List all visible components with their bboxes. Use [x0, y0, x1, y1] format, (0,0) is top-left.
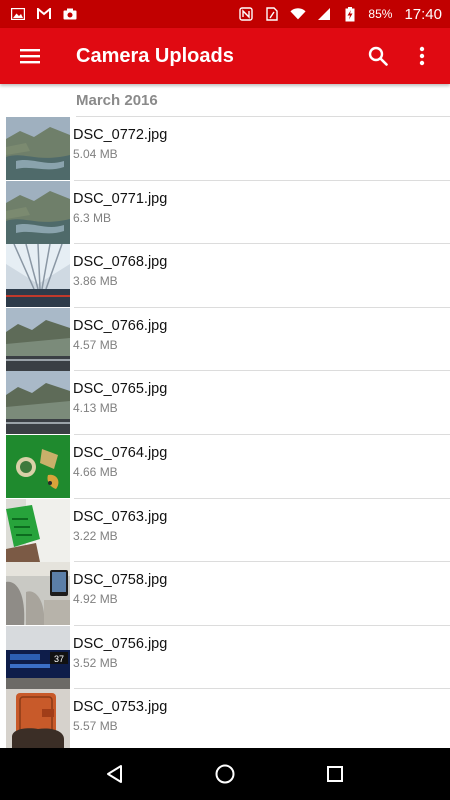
file-info: DSC_0772.jpg 5.04 MB [73, 117, 450, 181]
photo-thumbnail [6, 180, 70, 244]
file-list-item[interactable]: DSC_0758.jpg 4.92 MB [0, 562, 450, 626]
home-icon [215, 764, 235, 784]
status-bar: 85% 17:40 [0, 0, 450, 28]
file-size: 3.86 MB [73, 274, 118, 289]
file-list-item[interactable]: DSC_0768.jpg 3.86 MB [0, 244, 450, 308]
file-size: 4.92 MB [73, 592, 118, 607]
signal-icon [316, 7, 332, 21]
thumb-badge-text: 37 [54, 654, 64, 664]
hamburger-menu-icon [20, 49, 40, 64]
file-info: DSC_0766.jpg 4.57 MB [73, 308, 450, 372]
photo-thumbnail [6, 562, 70, 626]
file-list-item[interactable]: DSC_0766.jpg 4.57 MB [0, 307, 450, 372]
camera-icon [62, 7, 78, 21]
file-info: DSC_0753.jpg 5.57 MB [73, 689, 450, 748]
back-icon [107, 765, 122, 783]
overflow-menu-button[interactable] [400, 28, 444, 84]
file-info: DSC_0768.jpg 3.86 MB [73, 244, 450, 308]
nfc-icon [238, 7, 254, 21]
status-bar-left [10, 7, 78, 21]
file-name: DSC_0758.jpg [73, 572, 168, 589]
menu-button[interactable] [0, 28, 60, 84]
file-name: DSC_0771.jpg [73, 190, 168, 207]
sim-icon [264, 7, 280, 21]
file-info: DSC_0763.jpg 3.22 MB [73, 499, 450, 563]
battery-percentage: 85% [368, 7, 393, 21]
file-list-item[interactable]: DSC_0753.jpg 5.57 MB [0, 689, 450, 748]
status-bar-right: 85% 17:40 [238, 6, 442, 23]
file-name: DSC_0765.jpg [73, 381, 168, 398]
photo-thumbnail [6, 434, 70, 498]
search-button[interactable] [356, 28, 400, 84]
file-size: 3.52 MB [73, 655, 118, 670]
file-info: DSC_0765.jpg 4.13 MB [73, 371, 450, 435]
file-size: 3.22 MB [73, 528, 118, 543]
file-info: DSC_0758.jpg 4.92 MB [73, 562, 450, 626]
file-size: 5.57 MB [73, 719, 118, 734]
file-name: DSC_0756.jpg [73, 635, 168, 652]
file-list-item[interactable]: DSC_0772.jpg 5.04 MB [0, 117, 450, 181]
search-icon [368, 46, 388, 66]
photo-thumbnail [6, 371, 70, 435]
file-name: DSC_0766.jpg [73, 317, 168, 334]
file-size: 6.3 MB [73, 210, 112, 225]
file-size: 4.57 MB [73, 337, 118, 352]
home-button[interactable] [205, 754, 245, 794]
photo-thumbnail: 37 [6, 625, 70, 689]
file-size: 4.13 MB [73, 401, 118, 416]
file-size: 5.04 MB [73, 147, 118, 161]
recents-button[interactable] [315, 754, 355, 794]
file-list-item[interactable]: 37 DSC_0756.jpg 3.52 MB [0, 625, 450, 690]
navigation-bar [0, 748, 450, 800]
photo-thumbnail [6, 117, 70, 180]
photo-thumbnail [6, 689, 70, 748]
recents-icon [327, 766, 343, 782]
file-name: DSC_0764.jpg [73, 444, 168, 461]
clock: 17:40 [404, 5, 442, 23]
battery-charging-icon [342, 6, 358, 21]
gmail-icon [36, 7, 52, 21]
wifi-icon [290, 7, 306, 21]
page-title: Camera Uploads [76, 44, 234, 67]
photo-thumbnail [6, 244, 70, 308]
file-name: DSC_0768.jpg [73, 254, 168, 271]
file-name: DSC_0772.jpg [73, 127, 168, 143]
file-size: 4.66 MB [73, 464, 118, 479]
photo-thumbnail [6, 498, 70, 562]
file-name: DSC_0763.jpg [73, 508, 168, 525]
image-icon [10, 7, 26, 21]
file-rows: DSC_0772.jpg 5.04 MB DSC_0771.jpg 6.3 MB DSC… [0, 117, 450, 748]
file-name: DSC_0753.jpg [73, 699, 168, 716]
file-info: DSC_0764.jpg 4.66 MB [73, 435, 450, 499]
app-bar: Camera Uploads [0, 28, 450, 84]
file-list-item[interactable]: DSC_0771.jpg 6.3 MB [0, 180, 450, 245]
photo-thumbnail [6, 307, 70, 371]
section-header: March 2016 [76, 91, 158, 109]
file-list-item[interactable]: DSC_0765.jpg 4.13 MB [0, 371, 450, 435]
file-info: DSC_0771.jpg 6.3 MB [73, 181, 450, 245]
file-list[interactable]: March 2016 DSC_0772.jpg 5.04 MB DSC_0771.j… [0, 84, 450, 748]
file-list-item[interactable]: DSC_0764.jpg 4.66 MB [0, 434, 450, 499]
back-button[interactable] [95, 754, 135, 794]
more-vert-icon [419, 46, 425, 66]
file-info: DSC_0756.jpg 3.52 MB [73, 626, 450, 690]
file-list-item[interactable]: DSC_0763.jpg 3.22 MB [0, 498, 450, 563]
